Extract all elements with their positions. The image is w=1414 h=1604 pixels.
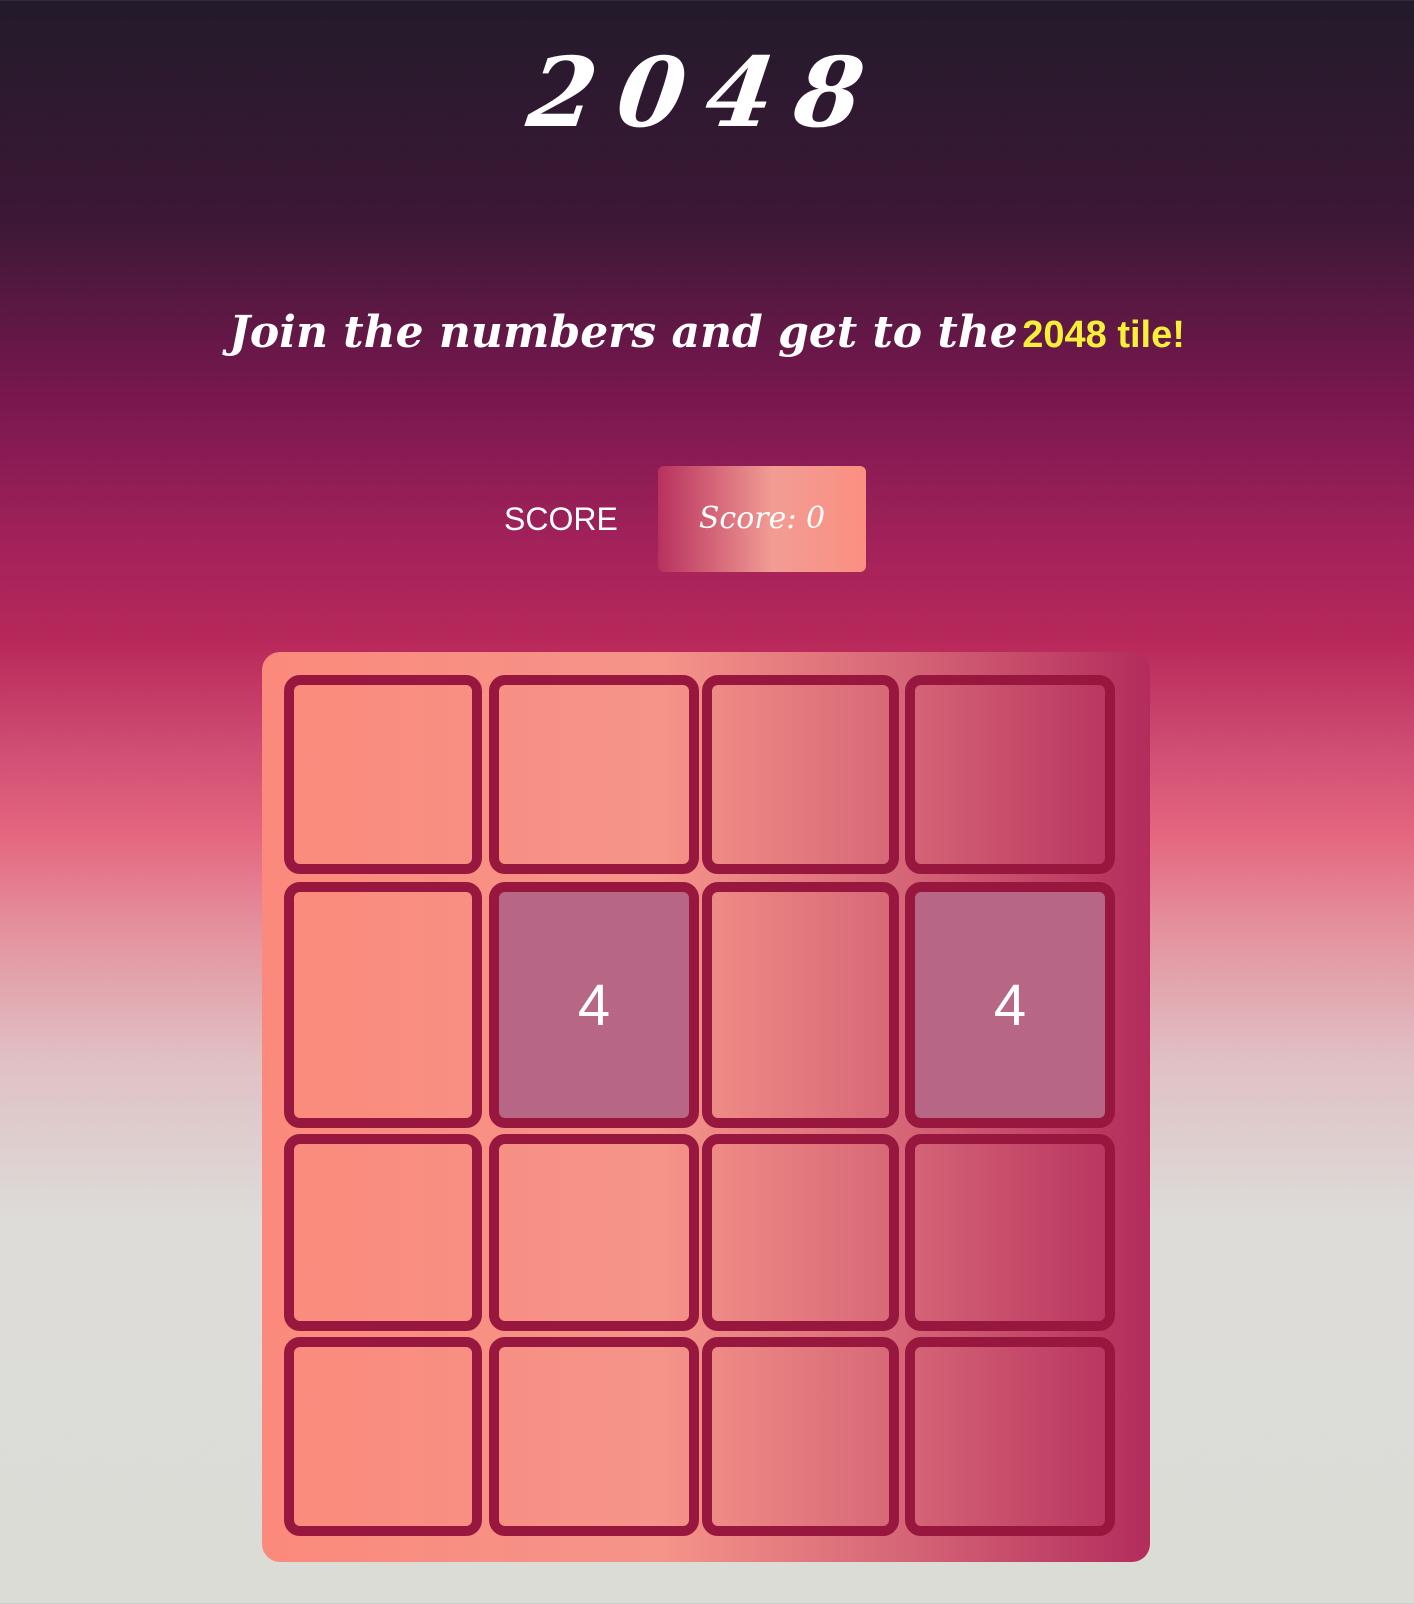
board-cell xyxy=(284,1337,482,1536)
board-cell xyxy=(489,1134,699,1331)
board-cell xyxy=(905,1337,1115,1536)
tagline-text: Join the numbers and get to the xyxy=(229,307,1018,358)
board-cell: 4 xyxy=(905,882,1115,1128)
board-cell xyxy=(284,1134,482,1331)
board-cell xyxy=(284,882,482,1128)
score-label: SCORE xyxy=(504,501,618,537)
board-cell xyxy=(702,675,899,874)
board-cell xyxy=(702,1134,899,1331)
game-title: 2048 xyxy=(521,36,893,149)
board-cell xyxy=(489,1337,699,1536)
tagline-highlight: 2048 tile! xyxy=(1022,314,1185,356)
board-cell: 4 xyxy=(489,882,699,1128)
tagline: Join the numbers and get to the 2048 til… xyxy=(0,303,1414,373)
board-cell xyxy=(905,675,1115,874)
board-cell xyxy=(702,1337,899,1536)
board-cell xyxy=(284,675,482,874)
board-cell xyxy=(905,1134,1115,1331)
score-row: SCORE Score: 0 xyxy=(0,466,1414,572)
board-cell xyxy=(489,675,699,874)
score-display: Score: 0 xyxy=(658,466,866,572)
game-board[interactable]: 44 xyxy=(262,652,1150,1562)
board-cell xyxy=(702,882,899,1128)
